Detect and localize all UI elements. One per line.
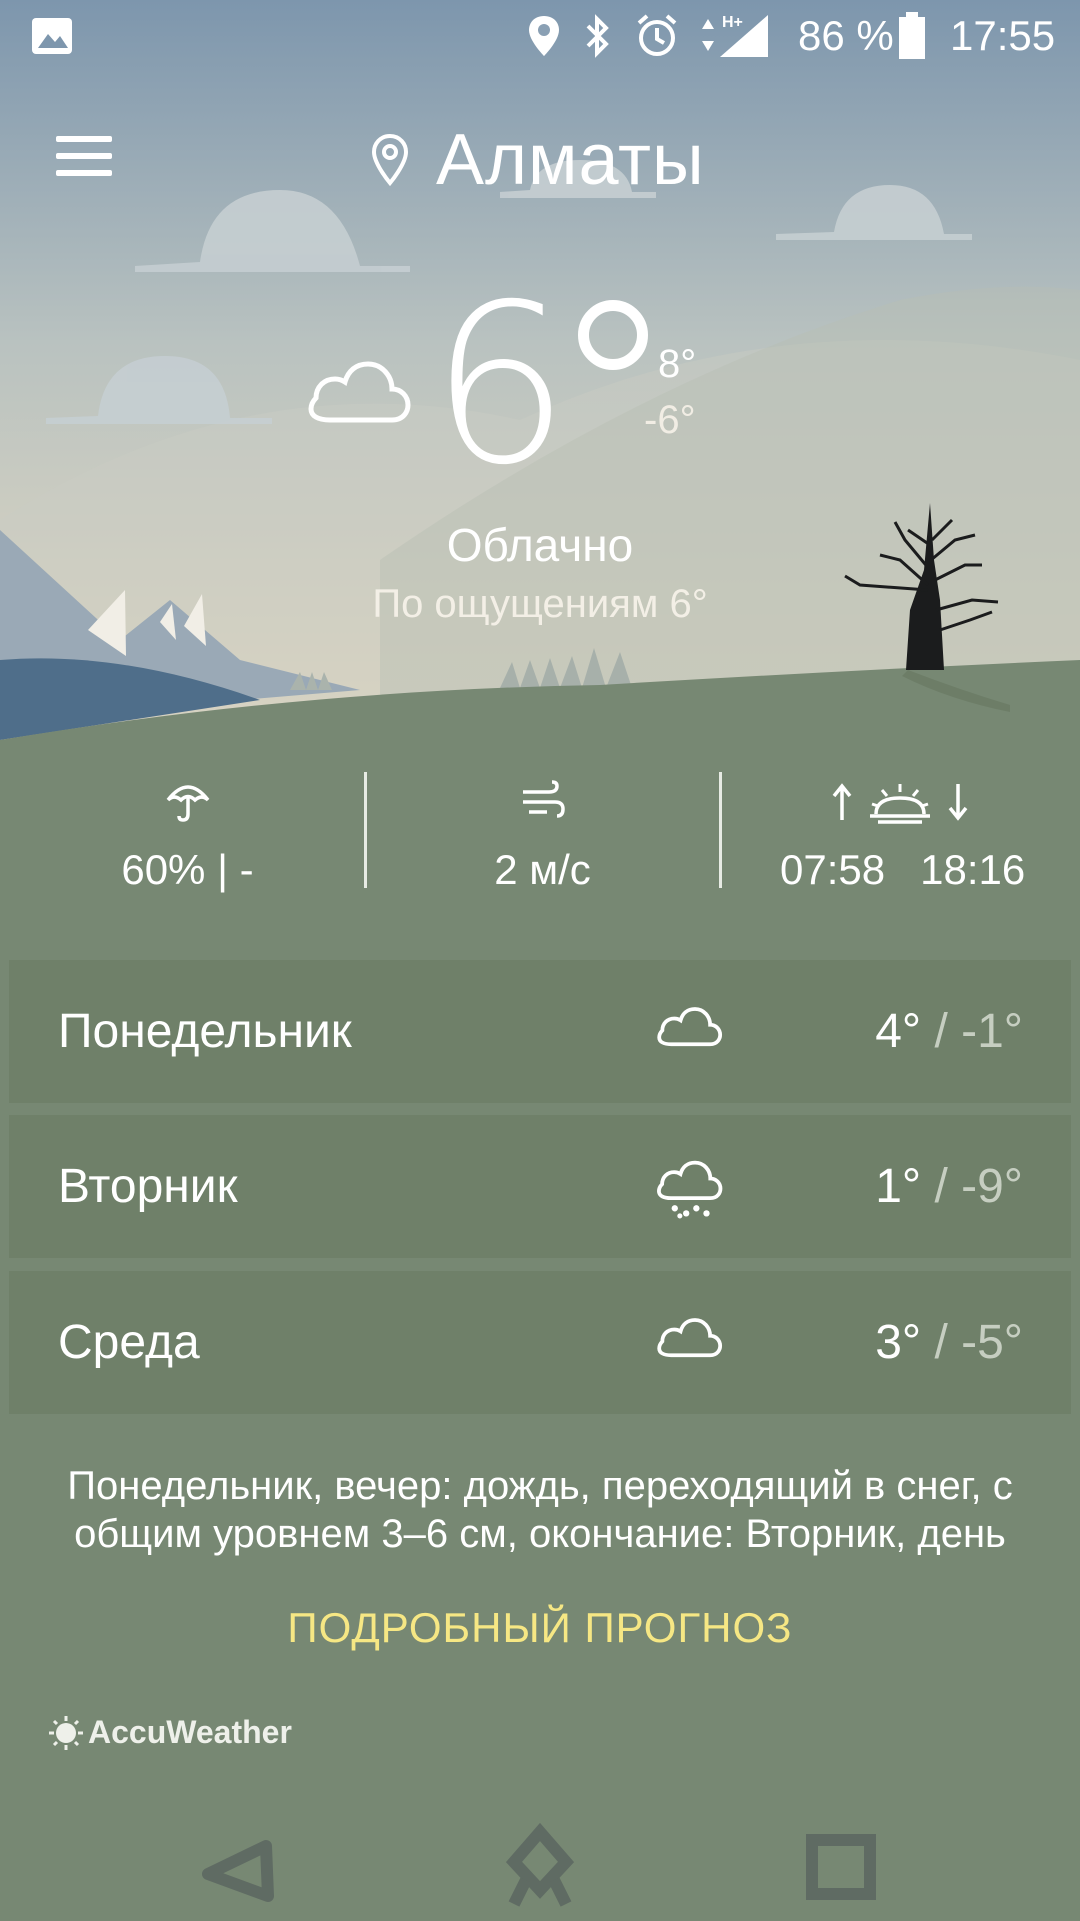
sunrise-time: 07:58: [780, 846, 886, 893]
forecast-low: -9°: [961, 1160, 1023, 1213]
bluetooth-icon: [580, 10, 616, 62]
today-low: -6°: [644, 398, 696, 442]
recent-apps-icon: [806, 1834, 876, 1900]
today-high: 8°: [658, 342, 697, 386]
snow-cloud-icon: [657, 1160, 723, 1219]
forecast-row[interactable]: Среда 3° / -5°: [9, 1271, 1071, 1414]
back-button[interactable]: [196, 1820, 292, 1916]
menu-icon[interactable]: [56, 136, 112, 176]
city-name: Алматы: [436, 120, 705, 200]
wind-icon: [522, 780, 565, 818]
cloud-icon: [657, 1007, 723, 1047]
forecast-high: 3°: [875, 1316, 922, 1369]
alarm-icon: [634, 10, 680, 62]
cloud-icon: [308, 361, 411, 423]
clock-time: 17:55: [950, 12, 1056, 59]
precipitation-warning: Понедельник, вечер: дождь, переходящий в…: [0, 1462, 1080, 1558]
forecast-temps: 1° / -9°: [875, 1160, 1023, 1213]
home-icon: [505, 1822, 575, 1907]
sunset-time: 18:16: [920, 846, 1026, 893]
accuweather-logo[interactable]: AccuWeather: [48, 1714, 292, 1751]
degree-symbol: [578, 300, 648, 370]
warning-line: Понедельник, вечер: дождь, переходящий в…: [67, 1464, 1013, 1508]
forecast-temps: 3° / -5°: [875, 1316, 1023, 1369]
back-icon: [202, 1840, 274, 1902]
forecast-row[interactable]: Вторник 1° / -9°: [9, 1115, 1071, 1258]
recent-apps-button[interactable]: [792, 1820, 888, 1916]
image-notification-icon: [30, 10, 74, 62]
wind-value: 2 м/с: [494, 846, 591, 893]
forecast-row[interactable]: Понедельник 4° / -1°: [9, 960, 1071, 1103]
status-bar: H+ 86 % 17:55: [0, 0, 1080, 72]
metric-divider: [719, 772, 722, 888]
forecast-day-name: Вторник: [58, 1160, 238, 1213]
forecast-low: -5°: [961, 1316, 1023, 1369]
metric-divider: [364, 772, 367, 888]
forecast-day-name: Понедельник: [58, 1005, 352, 1058]
warning-line: общим уровнем 3–6 см, окончание: Вторник…: [74, 1512, 1006, 1556]
location-pin-icon: [371, 133, 409, 187]
forecast-high: 1°: [875, 1160, 922, 1213]
umbrella-icon: [166, 785, 209, 822]
condition-text: Облачно: [446, 519, 634, 571]
svg-text:H+: H+: [722, 14, 743, 31]
location-icon: [526, 10, 562, 62]
sun-logo-icon: [49, 1715, 83, 1750]
cloud-icon: [657, 1318, 723, 1358]
feels-like-text: По ощущениям 6°: [372, 582, 708, 626]
signal-icon: H+: [696, 10, 772, 62]
detailed-forecast-link[interactable]: ПОДРОБНЫЙ ПРОГНОЗ: [0, 1604, 1080, 1652]
sun-metric: 07:58 18:16: [780, 780, 1025, 894]
forecast-low: -1°: [961, 1005, 1023, 1058]
sunrise-sunset-icon: [832, 783, 968, 824]
wind-metric: 2 м/с: [460, 780, 625, 894]
provider-name: AccuWeather: [88, 1714, 292, 1750]
forecast-day-name: Среда: [58, 1316, 200, 1369]
current-temperature: 6: [430, 257, 570, 513]
battery-percent: 86 %: [798, 12, 894, 59]
location-header[interactable]: Алматы: [370, 120, 705, 200]
navigation-bar: [0, 1800, 1080, 1920]
precipitation-metric: 60% | -: [110, 780, 265, 894]
forecast-high: 4°: [875, 1005, 922, 1058]
battery-icon: [898, 10, 926, 62]
home-button[interactable]: [492, 1820, 588, 1916]
precipitation-value: 60% | -: [121, 846, 254, 893]
forecast-temps: 4° / -1°: [875, 1005, 1023, 1058]
